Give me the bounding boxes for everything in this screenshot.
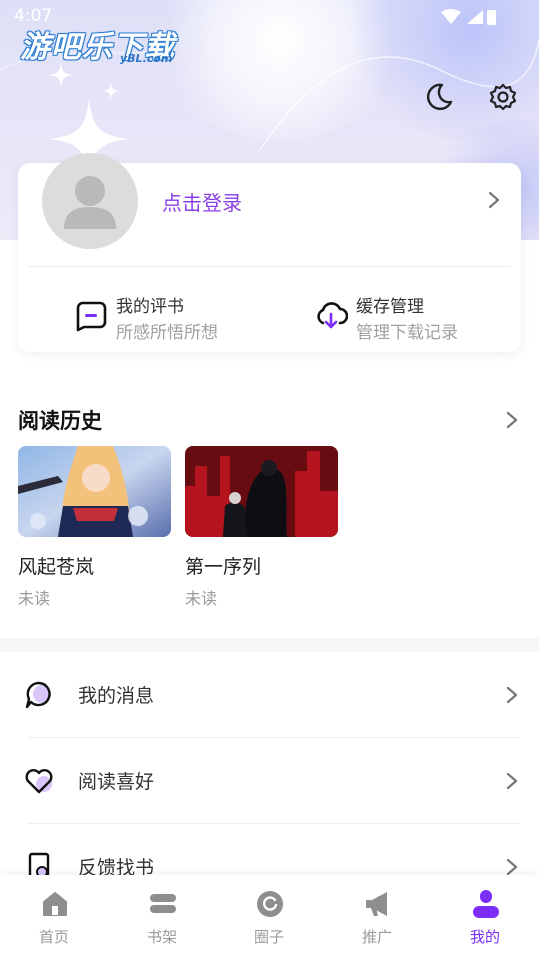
tab-label: 圈子 [253,928,284,946]
message-bubble-icon [25,681,51,709]
cache-manage-shortcut[interactable]: 缓存管理 管理下载记录 [314,292,484,343]
chevron-right-icon[interactable] [502,408,522,432]
home-icon [43,892,67,916]
tab-home[interactable]: 首页 [0,875,108,958]
login-link[interactable]: 点击登录 [162,187,242,216]
bottom-tab-bar: 首页 书架 圈子 推广 我的 [0,875,539,958]
user-icon [473,890,499,918]
avatar[interactable] [42,153,138,249]
card-divider [28,266,511,267]
sparkle-small-icon [102,82,120,100]
menu-item-label: 阅读喜好 [78,771,155,793]
moon-icon[interactable] [422,80,456,114]
menu-item-label: 我的消息 [78,685,155,707]
chevron-right-icon[interactable] [484,188,504,212]
megaphone-icon [366,892,387,916]
history-book[interactable]: 风起苍岚 未读 [18,446,172,609]
menu-item-reading-preference[interactable]: 阅读喜好 [0,738,539,824]
tab-label: 首页 [38,928,69,946]
chevron-right-icon [506,772,518,790]
watermark-logo: 游吧乐下载 yBL.com [20,22,175,66]
system-status-icons [441,9,496,25]
book-title: 风起苍岚 [18,556,95,578]
shortcut-title: 缓存管理 [356,297,424,317]
tab-circle[interactable]: 圈子 [215,875,323,958]
tab-label: 推广 [361,928,392,946]
book-read-status: 未读 [185,589,218,608]
book-cover [18,446,171,537]
reading-history-title: 阅读历史 [18,409,102,433]
shortcut-title: 我的评书 [116,297,184,317]
my-reviews-shortcut[interactable]: 我的评书 所感所悟所想 [74,292,244,343]
shortcut-subtitle: 管理下载记录 [356,323,458,343]
menu-item-messages[interactable]: 我的消息 [0,652,539,738]
section-separator [0,638,539,652]
tab-promotion[interactable]: 推广 [323,875,431,958]
tab-mine[interactable]: 我的 [431,875,539,958]
avatar-placeholder-icon [64,176,116,229]
book-cover [185,446,338,537]
comment-box-icon [76,301,107,332]
bookshelf-icon [150,894,176,913]
circle-icon [257,891,283,917]
chevron-right-icon [506,686,518,704]
heart-icon [25,769,53,794]
tab-label: 我的 [469,928,500,946]
shortcut-subtitle: 所感所悟所想 [116,323,218,343]
gear-icon[interactable] [486,80,520,114]
book-read-status: 未读 [18,589,51,608]
book-title: 第一序列 [185,556,262,578]
tab-bookshelf[interactable]: 书架 [108,875,216,958]
tab-label: 书架 [146,928,177,946]
history-book[interactable]: 第一序列 未读 [185,446,339,609]
cloud-download-icon [317,302,348,329]
watermark-logo-sub: yBL.com [120,52,173,65]
